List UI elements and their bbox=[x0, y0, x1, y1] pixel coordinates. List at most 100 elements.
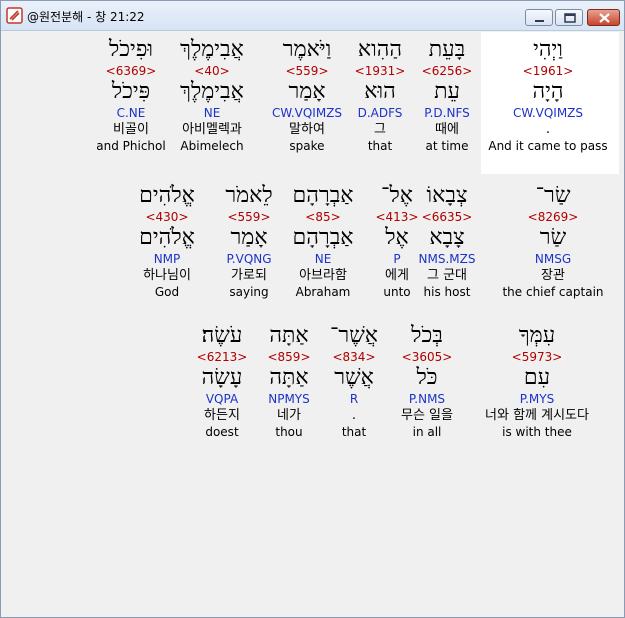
word-block[interactable]: בְּכֹל <3605> כֹּל P.NMS 무슨 일을 in all bbox=[384, 322, 470, 440]
minimize-button[interactable] bbox=[525, 9, 553, 26]
strong-number: <6213> bbox=[196, 350, 248, 364]
parse-code: NMSG bbox=[534, 252, 572, 266]
english-gloss: is with thee bbox=[502, 425, 572, 439]
english-gloss: saying bbox=[229, 285, 269, 299]
english-gloss: in all bbox=[412, 425, 442, 439]
korean-gloss: 하나님이 bbox=[143, 268, 191, 283]
parse-code: R bbox=[349, 392, 359, 406]
strong-number: <413> bbox=[375, 210, 419, 224]
word-block[interactable]: אֱלֹהִים <430> אֱלֹהִים NMP 하나님이 God bbox=[127, 182, 207, 300]
interlinear-panel[interactable]: וַיְהִי <1961> הָיָה CW.VQIMZS. And it came … bbox=[7, 32, 619, 612]
word-block[interactable]: אַתָּה <859> אַתָּה NPMYS 네가 thou bbox=[259, 322, 319, 440]
english-gloss: that bbox=[341, 425, 367, 439]
parse-code: CW.VQIMZS bbox=[271, 106, 343, 120]
korean-gloss: 비골이 bbox=[113, 122, 149, 137]
korean-gloss: 장관 bbox=[541, 268, 565, 283]
parse-code: NE bbox=[203, 106, 221, 120]
strong-number: <3605> bbox=[401, 350, 453, 364]
close-button[interactable] bbox=[587, 9, 620, 26]
english-gloss: And it came to pass bbox=[488, 139, 608, 153]
hebrew-word: אַבְרָהָם bbox=[292, 183, 354, 208]
hebrew-word: בְּכֹל bbox=[411, 323, 443, 348]
hebrew-root: שַׂר bbox=[539, 225, 567, 250]
word-block[interactable]: וַיֹּאמֶר <559> אָמַר CW.VQIMZS 말하여 spake bbox=[265, 36, 349, 154]
minimize-icon bbox=[535, 20, 544, 22]
korean-gloss: . bbox=[545, 122, 551, 137]
word-block[interactable]: אֲשֶׁר־ <834> אֲשֶׁר R. that bbox=[324, 322, 384, 440]
hebrew-root: אֱלֹהִים bbox=[139, 225, 195, 250]
word-block[interactable]: עִמְּךָ <5973> עִם P.MYS 너와 함께 계시도다 is with t… bbox=[470, 322, 604, 440]
parse-code: VQPA bbox=[205, 392, 239, 406]
korean-gloss: 네가 bbox=[277, 408, 301, 423]
hebrew-root: עָשָׂה bbox=[201, 365, 243, 390]
strong-number: <5973> bbox=[511, 350, 563, 364]
app-logo-icon bbox=[6, 7, 23, 24]
maximize-button[interactable] bbox=[555, 9, 583, 26]
word-block[interactable]: עֹשֶׂה׃ <6213> עָשָׂה VQPA 하든지 doest bbox=[192, 322, 252, 440]
hebrew-root: אֲבִימֶלֶךְ bbox=[180, 79, 244, 104]
korean-gloss: . bbox=[351, 408, 357, 423]
strong-number: <1931> bbox=[354, 64, 406, 78]
parse-code: NPMYS bbox=[268, 392, 310, 406]
hebrew-root: אַתָּה bbox=[269, 365, 309, 390]
korean-gloss: 아비멜렉과 bbox=[182, 122, 242, 137]
korean-gloss: 하든지 bbox=[204, 408, 240, 423]
hebrew-word: וּפִיכֹל bbox=[109, 37, 153, 62]
parse-code: P.D.NFS bbox=[424, 106, 470, 120]
hebrew-word: אֲשֶׁר־ bbox=[329, 323, 378, 348]
strong-number: <6256> bbox=[421, 64, 473, 78]
korean-gloss: 무슨 일을 bbox=[401, 408, 453, 423]
hebrew-root: עִם bbox=[523, 365, 551, 390]
hebrew-root: אָמַר bbox=[288, 79, 326, 104]
word-block[interactable]: בָּעֵת <6256> עֵת P.D.NFS 때에 at time bbox=[402, 36, 492, 154]
word-block[interactable]: וּפִיכֹל <6369> פִּיכֹל C.NE 비골이 and Phichol bbox=[91, 36, 171, 154]
word-block[interactable]: שַׂר־ <8269> שַׂר NMSG 장관 the chief captain bbox=[486, 182, 620, 300]
korean-gloss: 너와 함께 계시도다 bbox=[485, 408, 589, 423]
word-block[interactable]: אֲבִימֶלֶךְ <40> אֲבִימֶלֶךְ NE 아비멜렉과 Abimele… bbox=[167, 36, 257, 154]
hebrew-word: אֱלֹהִים bbox=[139, 183, 195, 208]
word-block[interactable]: הַהִוא <1931> הוּא D.ADFS 그 that bbox=[345, 36, 415, 154]
english-gloss: that bbox=[367, 139, 393, 153]
word-block[interactable]: וַיְהִי <1961> הָיָה CW.VQIMZS. And it came … bbox=[481, 36, 615, 154]
hebrew-word: הַהִוא bbox=[357, 37, 403, 62]
strong-number: <834> bbox=[332, 350, 376, 364]
hebrew-root: אֲשֶׁר bbox=[334, 365, 374, 390]
parse-code: P.MYS bbox=[519, 392, 555, 406]
korean-gloss: 때에 bbox=[435, 122, 459, 137]
strong-number: <430> bbox=[145, 210, 189, 224]
hebrew-root: עֵת bbox=[434, 79, 460, 104]
english-gloss: doest bbox=[205, 425, 239, 439]
parse-code: NMP bbox=[153, 252, 181, 266]
strong-number: <1961> bbox=[522, 64, 574, 78]
parse-code: P.NMS bbox=[408, 392, 446, 406]
hebrew-root: אֶל bbox=[385, 225, 409, 250]
hebrew-root: הוּא bbox=[364, 79, 396, 104]
parse-code: C.NE bbox=[116, 106, 146, 120]
strong-number: <6369> bbox=[105, 64, 157, 78]
hebrew-word: וַיֹּאמֶר bbox=[282, 37, 332, 62]
hebrew-root: הָיָה bbox=[532, 79, 564, 104]
korean-gloss: 말하여 bbox=[289, 122, 325, 137]
parse-code: NE bbox=[314, 252, 332, 266]
hebrew-root: אַבְרָהָם bbox=[292, 225, 354, 250]
hebrew-word: עֹשֶׂה׃ bbox=[201, 323, 243, 348]
word-block[interactable]: אֶל־ <413> אֶל P 에게 unto bbox=[367, 182, 427, 300]
hebrew-word: אֶל־ bbox=[381, 183, 413, 208]
korean-gloss: 아브라함 bbox=[299, 268, 347, 283]
hebrew-root: אָמַר bbox=[230, 225, 268, 250]
title-bar[interactable]: @원전분해 - 창 21:22 bbox=[1, 1, 624, 31]
strong-number: <40> bbox=[194, 64, 230, 78]
hebrew-word: לֵאמֹר bbox=[225, 183, 273, 208]
word-block[interactable]: אַבְרָהָם <85> אַבְרָהָם NE 아브라함 Abraham bbox=[281, 182, 365, 300]
english-gloss: unto bbox=[383, 285, 411, 299]
korean-gloss: 그 bbox=[374, 122, 386, 137]
english-gloss: at time bbox=[425, 139, 469, 153]
hebrew-word: בָּעֵת bbox=[428, 37, 466, 62]
korean-gloss: 에게 bbox=[385, 268, 409, 283]
word-block[interactable]: לֵאמֹר <559> אָמַר P.VQNG 가로되 saying bbox=[214, 182, 284, 300]
close-icon bbox=[599, 13, 610, 23]
parse-code: CW.VQIMZS bbox=[512, 106, 584, 120]
english-gloss: Abraham bbox=[295, 285, 351, 299]
strong-number: <559> bbox=[227, 210, 271, 224]
strong-number: <859> bbox=[267, 350, 311, 364]
